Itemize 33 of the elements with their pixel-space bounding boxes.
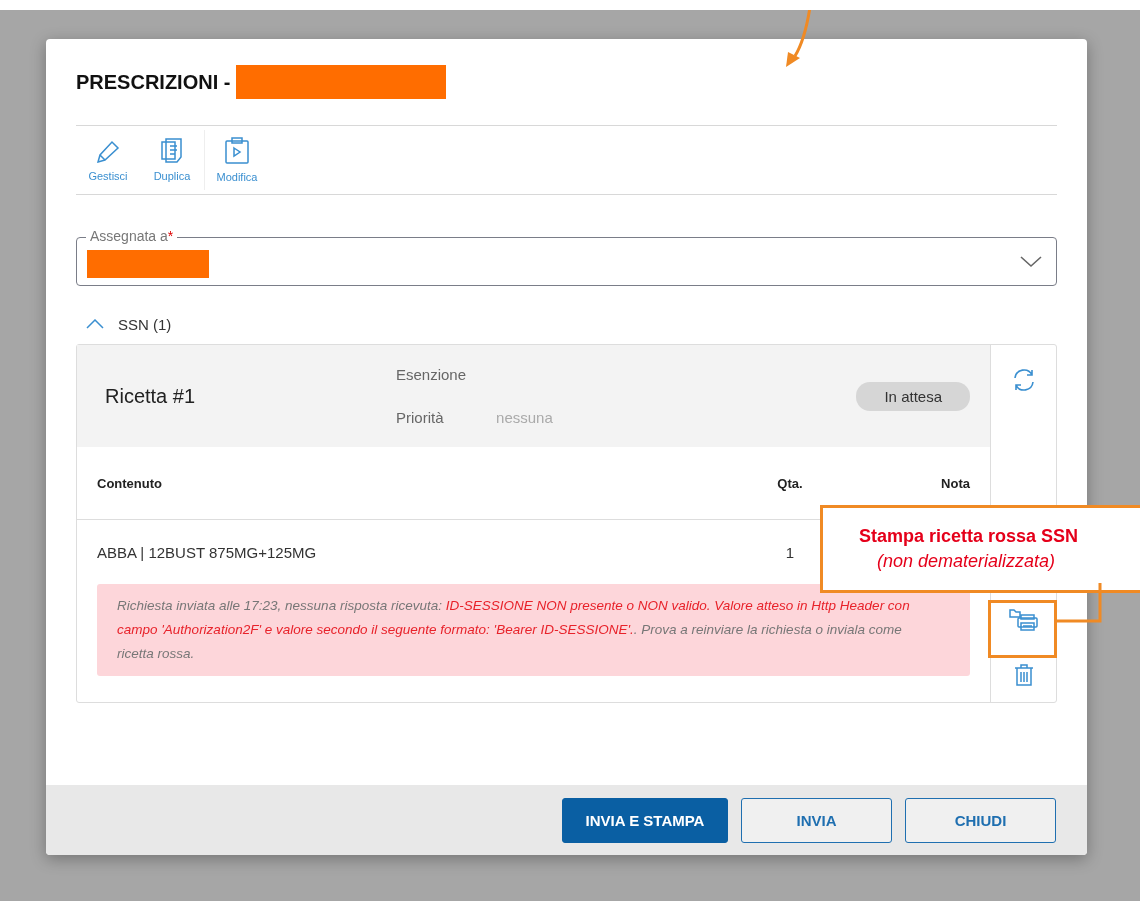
prescription-title: Ricetta #1 (105, 384, 197, 408)
exemption-label: Esenzione (396, 366, 467, 383)
annotation-arrow (786, 10, 813, 67)
pencil-icon (94, 138, 122, 164)
callout-subtitle: (non dematerializzata) (876, 551, 1056, 572)
chevron-up-icon (86, 319, 104, 329)
send-and-print-button[interactable]: INVIA E STAMPA (562, 797, 728, 843)
toolbar-button[interactable]: Modifica (205, 126, 269, 194)
column-header: Qta. (776, 475, 804, 491)
table-cell-text: ABBA | 12BUST 875MG+125MG (97, 543, 318, 561)
documents-icon (159, 138, 185, 164)
toolbar-button[interactable]: Duplica (140, 126, 204, 194)
dialog-title: PRESCRIZIONI - (76, 70, 231, 94)
clipboard-play-icon (224, 137, 250, 165)
column-header: Nota (940, 475, 970, 491)
toolbar-button[interactable]: Gestisci (76, 126, 140, 194)
field-label: Assegnata a* (86, 228, 178, 245)
highlight-frame (988, 600, 1057, 658)
priority-value: nessuna (496, 409, 553, 426)
section-toggle[interactable]: SSN (1) (76, 314, 178, 334)
error-message: Richiesta inviata alle 17:23, nessuna risposta ricevuta: ID-SESSIONE NON presente o NON valido. Valore atteso in Http Header con campo 'Authorization2F' e valore secondo il seguente formato: 'Bearer ID-SESSIONE'.. Prova a reinviare la richiesta o inviala come ricetta rossa. (97, 584, 970, 676)
action-button[interactable]: INVIA (741, 797, 892, 843)
delete-button[interactable] (1012, 663, 1035, 687)
table-cell-text: 1 (784, 543, 796, 561)
print-button[interactable] (1008, 607, 1039, 633)
status-badge: In attesa (856, 381, 970, 411)
action-button[interactable]: CHIUDI (905, 797, 1056, 843)
column-header: Contenuto (97, 475, 163, 491)
chevron-down-icon (1020, 255, 1042, 268)
priority-label: Priorità (396, 409, 445, 426)
folder-printer-icon (1008, 607, 1039, 633)
trash-icon (1012, 663, 1035, 687)
callout-title: Stampa ricetta rossa SSN (859, 526, 1079, 547)
